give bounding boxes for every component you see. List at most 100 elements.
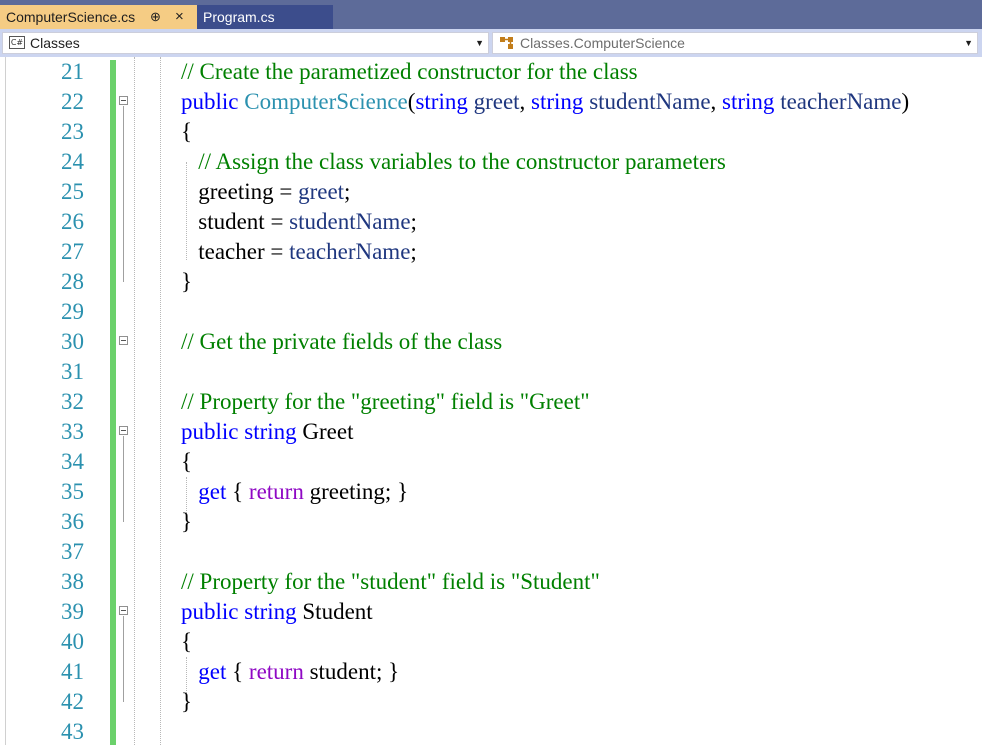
close-icon[interactable]: ×	[175, 5, 184, 29]
chevron-down-icon[interactable]: ▼	[964, 33, 973, 53]
code-line[interactable]: 27 teacher = teacherName;	[0, 237, 982, 267]
code-token: // Property for the "student" field is "…	[181, 569, 600, 594]
code-line[interactable]: 40 {	[0, 627, 982, 657]
code-line[interactable]: 34 {	[0, 447, 982, 477]
code-line[interactable]: 36}	[0, 507, 982, 537]
code-line[interactable]: 41 get { return student; }	[0, 657, 982, 687]
code-text: // Property for the "greeting" field is …	[181, 387, 590, 417]
project-dropdown-label: Classes	[30, 35, 80, 51]
code-line[interactable]: 38 // Property for the "student" field is…	[0, 567, 982, 597]
code-token: Student	[296, 599, 373, 624]
code-line[interactable]: 29	[0, 297, 982, 327]
code-line[interactable]: 28}	[0, 267, 982, 297]
code-line[interactable]: 33 public string Greet	[0, 417, 982, 447]
code-line[interactable]: 30 // Get the private fields of the class	[0, 327, 982, 357]
code-line[interactable]: 21 // Create the parametized constructor …	[0, 57, 982, 87]
project-dropdown[interactable]: C# Classes ▼	[2, 32, 489, 54]
code-line[interactable]: 25 greeting = greet;	[0, 177, 982, 207]
code-token: {	[181, 449, 193, 474]
pin-icon[interactable]: ⊕	[150, 5, 161, 29]
code-text: get { return student; }	[181, 657, 399, 687]
line-number: 42	[61, 689, 84, 714]
code-token: public	[181, 599, 239, 624]
code-text: // Assign the class variables to the con…	[181, 147, 726, 177]
code-line[interactable]: 37	[0, 537, 982, 567]
collapse-icon[interactable]	[119, 96, 128, 105]
collapse-icon[interactable]	[119, 336, 128, 345]
tab-label: Program.cs	[203, 9, 275, 25]
document-tab-strip: ComputerScience.cs ⊕ × Program.cs	[0, 0, 982, 29]
line-number: 21	[61, 59, 84, 84]
code-line[interactable]: 31	[0, 357, 982, 387]
code-token: }	[181, 509, 193, 534]
code-token: ;	[344, 179, 351, 204]
code-token: return	[248, 479, 304, 504]
code-token: string	[722, 89, 775, 114]
line-number: 30	[61, 329, 84, 354]
code-text: }	[181, 267, 192, 297]
code-line[interactable]: 32 // Property for the "greeting" field i…	[0, 387, 982, 417]
code-editor[interactable]: 21 // Create the parametized constructor …	[0, 57, 982, 745]
collapse-icon[interactable]	[119, 426, 128, 435]
code-token: {	[226, 659, 249, 684]
line-number: 29	[61, 299, 84, 324]
code-line[interactable]: 24 // Assign the class variables to the …	[0, 147, 982, 177]
code-token: // Property for the "greeting" field is …	[181, 389, 590, 414]
code-token: greet	[298, 179, 345, 204]
code-token: string	[415, 89, 468, 114]
code-token: teacher =	[181, 239, 290, 264]
code-text: {	[181, 627, 192, 657]
line-number: 41	[61, 659, 84, 684]
line-number: 34	[61, 449, 84, 474]
chevron-down-icon[interactable]: ▼	[475, 33, 484, 53]
navigation-bar: C# Classes ▼ Classes.ComputerScience ▼	[0, 29, 982, 57]
code-text: }	[181, 687, 192, 717]
code-text: // Property for the "student" field is "…	[181, 567, 600, 597]
code-token: // Create the parametized constructor fo…	[181, 59, 638, 84]
code-text: {	[181, 447, 192, 477]
code-token: student =	[181, 209, 290, 234]
code-line[interactable]: 43	[0, 717, 982, 747]
type-dropdown-label: Classes.ComputerScience	[520, 35, 685, 51]
line-number: 39	[61, 599, 84, 624]
code-token: get	[198, 659, 227, 684]
collapse-icon[interactable]	[119, 606, 128, 615]
tab-label: ComputerScience.cs	[6, 9, 136, 25]
line-number: 37	[61, 539, 84, 564]
line-number: 32	[61, 389, 84, 414]
line-number: 43	[61, 719, 84, 744]
code-token: public	[181, 89, 239, 114]
code-line[interactable]: 22 public ComputerScience(string greet, s…	[0, 87, 982, 117]
code-token: ComputerScience	[244, 89, 408, 114]
line-number: 31	[61, 359, 84, 384]
code-token: ;	[410, 239, 417, 264]
code-text: public string Greet	[181, 417, 353, 447]
code-line[interactable]: 23 {	[0, 117, 982, 147]
code-line[interactable]: 39 public string Student	[0, 597, 982, 627]
code-token: }	[181, 269, 193, 294]
code-line[interactable]: 35 get { return greeting; }	[0, 477, 982, 507]
fold-region-line	[123, 106, 124, 282]
code-token: greet	[473, 89, 520, 114]
code-token: // Assign the class variables to the con…	[181, 149, 726, 174]
line-number: 27	[61, 239, 84, 264]
code-text: greeting = greet;	[181, 177, 350, 207]
line-number: 28	[61, 269, 84, 294]
fold-region-line	[123, 436, 124, 522]
code-token: {	[181, 119, 193, 144]
line-number: 22	[61, 89, 84, 114]
code-text: // Create the parametized constructor fo…	[181, 57, 638, 87]
tab-program-cs[interactable]: Program.cs	[197, 5, 333, 29]
code-token: ,	[519, 89, 532, 114]
tab-computerscience-cs[interactable]: ComputerScience.cs ⊕ ×	[0, 5, 197, 29]
code-token: studentName	[589, 89, 711, 114]
code-line[interactable]: 26 student = studentName;	[0, 207, 982, 237]
code-token: // Get the private fields of the class	[181, 329, 503, 354]
line-number: 36	[61, 509, 84, 534]
code-token: get	[198, 479, 227, 504]
code-token: {	[181, 629, 193, 654]
type-dropdown[interactable]: Classes.ComputerScience ▼	[492, 32, 978, 54]
code-text: public string Student	[181, 597, 373, 627]
code-line[interactable]: 42}	[0, 687, 982, 717]
